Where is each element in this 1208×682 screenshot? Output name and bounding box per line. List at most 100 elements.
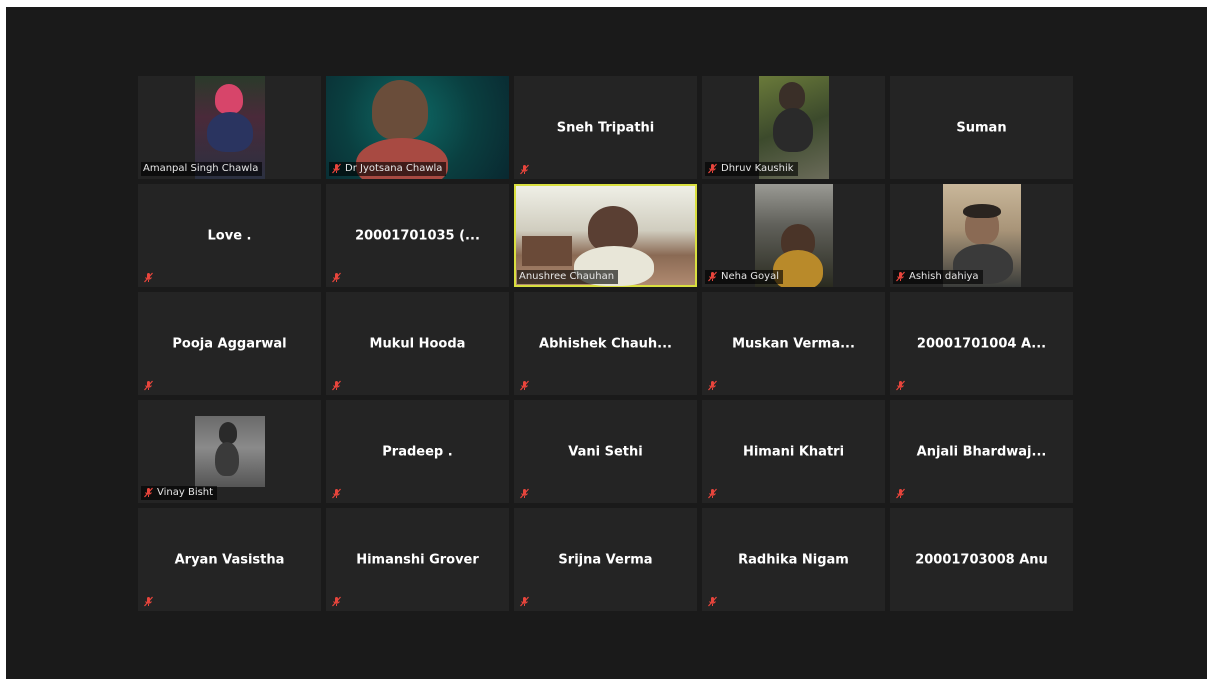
participant-display-name: Aryan Vasistha bbox=[174, 552, 285, 567]
turban bbox=[215, 84, 243, 114]
participant-tile[interactable]: Amanpal Singh Chawla bbox=[138, 76, 321, 179]
muted-mic-icon bbox=[143, 272, 154, 283]
participant-display-name: Anjali Bhardwaj... bbox=[916, 444, 1047, 459]
participant-grid: Amanpal Singh Chawla Dr Jyotsana Chawla … bbox=[138, 76, 1076, 611]
muted-mic-icon bbox=[331, 163, 342, 174]
participant-name-label: Amanpal Singh Chawla bbox=[141, 162, 263, 176]
jacket bbox=[773, 108, 813, 152]
participant-display-name: Vani Sethi bbox=[568, 444, 643, 459]
face bbox=[779, 82, 805, 110]
participant-tile[interactable]: Suman bbox=[890, 76, 1073, 179]
participant-name: Neha Goyal bbox=[721, 271, 779, 282]
muted-mic-icon bbox=[707, 488, 718, 499]
participant-display-name: Love . bbox=[207, 228, 252, 243]
muted-mic-icon bbox=[331, 488, 342, 499]
participant-name: Dhruv Kaushik bbox=[721, 163, 794, 174]
hair bbox=[963, 204, 1001, 218]
participant-tile[interactable]: Dr Jyotsana Chawla bbox=[326, 76, 509, 179]
participant-display-name: 20001701004 A... bbox=[916, 336, 1047, 351]
muted-mic-icon bbox=[143, 380, 154, 391]
participant-name-label bbox=[517, 596, 534, 608]
muted-mic-icon bbox=[895, 488, 906, 499]
participant-tile[interactable]: Pooja Aggarwal bbox=[138, 292, 321, 395]
participant-tile[interactable]: 20001701035 (... bbox=[326, 184, 509, 287]
participant-display-name: Radhika Nigam bbox=[738, 552, 849, 567]
muted-mic-icon bbox=[519, 380, 530, 391]
muted-mic-icon bbox=[519, 164, 530, 175]
participant-name-label: Anushree Chauhan bbox=[517, 270, 619, 284]
participant-tile[interactable]: Anjali Bhardwaj... bbox=[890, 400, 1073, 503]
participant-name: Ashish dahiya bbox=[909, 271, 979, 282]
participant-name-label bbox=[329, 380, 346, 392]
muted-mic-icon bbox=[143, 596, 154, 607]
participant-tile[interactable]: Vani Sethi bbox=[514, 400, 697, 503]
participant-tile[interactable]: Muskan Verma... bbox=[702, 292, 885, 395]
participant-tile[interactable]: Neha Goyal bbox=[702, 184, 885, 287]
participant-name-label bbox=[517, 164, 534, 176]
muted-mic-icon bbox=[707, 596, 718, 607]
participant-tile[interactable]: Mukul Hooda bbox=[326, 292, 509, 395]
participant-name-label bbox=[893, 488, 910, 500]
participant-tile[interactable]: 20001703008 Anu bbox=[890, 508, 1073, 611]
participant-name-label: Dr Jyotsana Chawla bbox=[329, 162, 447, 176]
participant-name-label bbox=[517, 488, 534, 500]
participant-tile[interactable]: Radhika Nigam bbox=[702, 508, 885, 611]
participant-display-name: Himani Khatri bbox=[742, 444, 845, 459]
muted-mic-icon bbox=[331, 272, 342, 283]
face bbox=[372, 80, 428, 140]
desks bbox=[522, 236, 572, 266]
participant-tile[interactable]: Himani Khatri bbox=[702, 400, 885, 503]
muted-mic-icon bbox=[895, 380, 906, 391]
participant-display-name: 20001703008 Anu bbox=[915, 552, 1048, 567]
participant-name-label bbox=[141, 596, 158, 608]
muted-mic-icon bbox=[143, 487, 154, 498]
participant-tile[interactable]: Himanshi Grover bbox=[326, 508, 509, 611]
muted-mic-icon bbox=[519, 488, 530, 499]
muted-mic-icon bbox=[707, 380, 718, 391]
active-speaker-tile[interactable]: Anushree Chauhan bbox=[514, 184, 697, 287]
meeting-gallery-view: Amanpal Singh Chawla Dr Jyotsana Chawla … bbox=[6, 7, 1207, 679]
participant-tile[interactable]: Abhishek Chauh... bbox=[514, 292, 697, 395]
participant-display-name: Himanshi Grover bbox=[356, 552, 479, 567]
suit bbox=[207, 112, 253, 152]
participant-name-label: Dhruv Kaushik bbox=[705, 162, 798, 176]
participant-name-label: Vinay Bisht bbox=[141, 486, 218, 500]
participant-display-name: Srijna Verma bbox=[558, 552, 653, 567]
participant-name: Anushree Chauhan bbox=[519, 271, 615, 282]
participant-name-label bbox=[517, 380, 534, 392]
participant-display-name: Muskan Verma... bbox=[732, 336, 855, 351]
muted-mic-icon bbox=[895, 271, 906, 282]
participant-tile[interactable]: Pradeep . bbox=[326, 400, 509, 503]
figure-body bbox=[215, 442, 239, 476]
participant-display-name: Pooja Aggarwal bbox=[172, 336, 287, 351]
figure-head bbox=[219, 422, 237, 444]
muted-mic-icon bbox=[707, 271, 718, 282]
participant-name-label bbox=[329, 596, 346, 608]
participant-tile[interactable]: Aryan Vasistha bbox=[138, 508, 321, 611]
participant-name: Vinay Bisht bbox=[157, 487, 214, 498]
participant-name-label bbox=[705, 380, 722, 392]
participant-tile[interactable]: Love . bbox=[138, 184, 321, 287]
muted-mic-icon bbox=[519, 596, 530, 607]
participant-name: Amanpal Singh Chawla bbox=[143, 163, 259, 174]
participant-tile[interactable]: 20001701004 A... bbox=[890, 292, 1073, 395]
participant-display-name: Suman bbox=[956, 120, 1007, 135]
participant-name-label bbox=[141, 272, 158, 284]
participant-tile[interactable]: Ashish dahiya bbox=[890, 184, 1073, 287]
participant-display-name: Pradeep . bbox=[382, 444, 453, 459]
participant-name-label: Ashish dahiya bbox=[893, 270, 983, 284]
participant-display-name: Mukul Hooda bbox=[369, 336, 466, 351]
participant-video bbox=[195, 416, 265, 487]
muted-mic-icon bbox=[331, 380, 342, 391]
participant-name-label bbox=[893, 380, 910, 392]
participant-tile[interactable]: Dhruv Kaushik bbox=[702, 76, 885, 179]
muted-mic-icon bbox=[331, 596, 342, 607]
participant-tile[interactable]: Vinay Bisht bbox=[138, 400, 321, 503]
participant-name-label bbox=[329, 272, 346, 284]
participant-tile[interactable]: Srijna Verma bbox=[514, 508, 697, 611]
participant-name-label bbox=[329, 488, 346, 500]
participant-display-name: Abhishek Chauh... bbox=[539, 336, 672, 351]
participant-name-label: Neha Goyal bbox=[705, 270, 783, 284]
participant-name-label bbox=[141, 380, 158, 392]
participant-tile[interactable]: Sneh Tripathi bbox=[514, 76, 697, 179]
